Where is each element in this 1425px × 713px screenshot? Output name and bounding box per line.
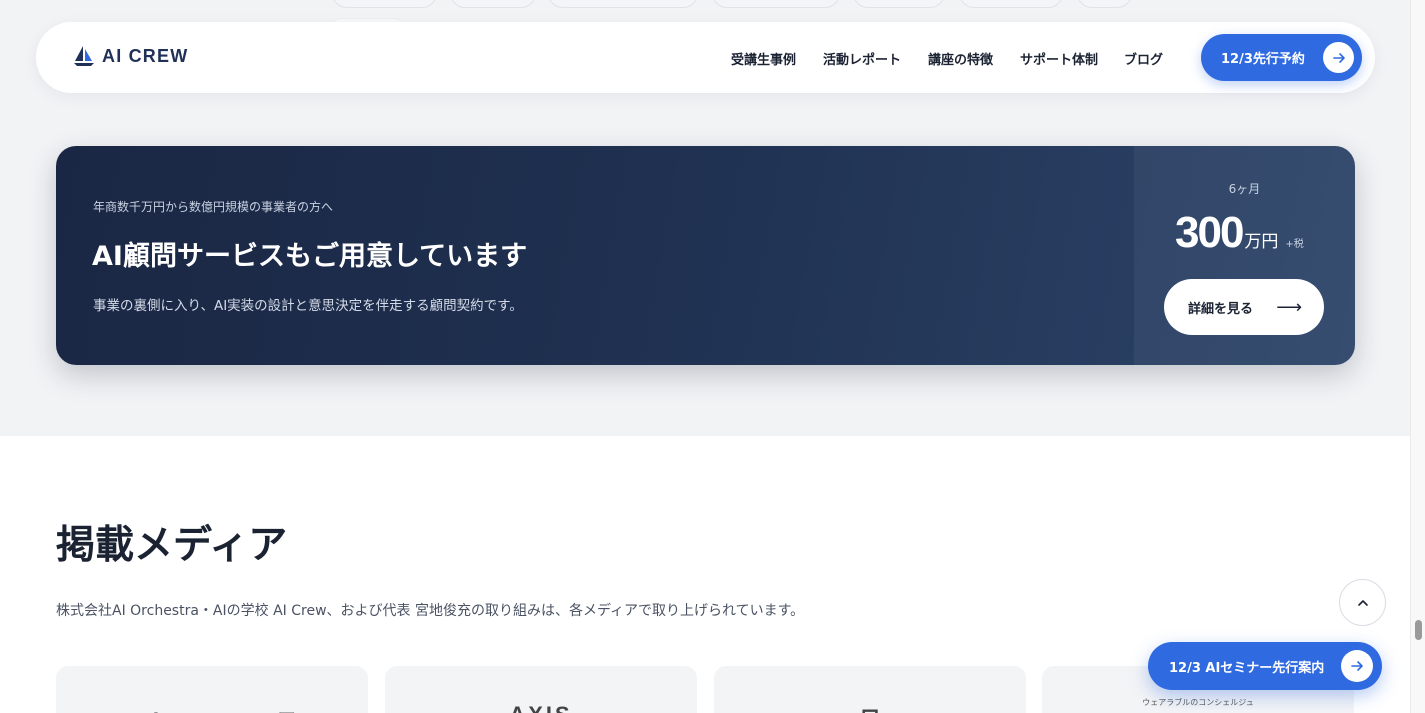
arrow-right-icon: [1341, 650, 1373, 682]
details-button[interactable]: 詳細を見る ⟶: [1164, 279, 1324, 335]
nav-item-support[interactable]: サポート体制: [1020, 49, 1098, 68]
arrow-right-icon: [1323, 42, 1354, 73]
seminar-button-label: 12/3 AIセミナー先行案内: [1169, 661, 1325, 676]
category-pill[interactable]: [548, 0, 698, 8]
category-pill[interactable]: [853, 0, 945, 8]
reserve-button[interactable]: 12/3先行予約: [1201, 34, 1362, 81]
banner-description: 事業の裏側に入り、AI実装の設計と意思決定を伴走する顧問契約です。: [93, 298, 523, 314]
category-pill[interactable]: [959, 0, 1063, 8]
logo[interactable]: AI CREW: [72, 44, 188, 68]
nav-item-course-features[interactable]: 講座の特徴: [928, 49, 993, 68]
banner-subtitle: 年商数千万円から数億円規模の事業者の方へ: [93, 200, 334, 214]
section-title: 掲載メディア: [56, 523, 288, 568]
price-unit: 万円: [1244, 232, 1279, 252]
banner-title: AI顧問サービスもご用意しています: [92, 241, 528, 272]
media-card[interactable]: AXIS: [385, 666, 697, 713]
reserve-button-label: 12/3先行予約: [1221, 52, 1305, 67]
price-tax: +税: [1285, 239, 1304, 250]
section-description: 株式会社AI Orchestra・AIの学校 AI Crew、および代表 宮地俊…: [56, 603, 805, 619]
media-logo: AXIS: [385, 702, 697, 713]
scrollbar-thumb[interactable]: [1415, 620, 1422, 640]
media-caption: ウェアラブルのコンシェルジュ: [1142, 698, 1254, 707]
media-card[interactable]: Yahoo!ニュース: [56, 666, 368, 713]
media-card[interactable]: 日: [714, 666, 1026, 713]
media-logo: Yahoo!ニュース: [56, 702, 368, 713]
category-pills: [0, 0, 1425, 40]
nav-item-activity-report[interactable]: 活動レポート: [823, 49, 901, 68]
nav-item-blog[interactable]: ブログ: [1124, 49, 1163, 68]
category-pill[interactable]: [712, 0, 840, 8]
seminar-button[interactable]: 12/3 AIセミナー先行案内: [1148, 642, 1382, 690]
advisory-banner: 年商数千万円から数億円規模の事業者の方へ AI顧問サービスもご用意しています 事…: [56, 146, 1355, 365]
details-button-label: 詳細を見る: [1188, 302, 1254, 317]
category-pill[interactable]: [450, 0, 536, 8]
site-header: AI CREW 受講生事例 活動レポート 講座の特徴 サポート体制 ブログ 12…: [36, 22, 1375, 93]
logo-text: AI CREW: [102, 45, 189, 66]
sailboat-icon: [74, 46, 94, 66]
nav-item-case-studies[interactable]: 受講生事例: [731, 49, 796, 68]
media-logo: 日: [714, 702, 1026, 713]
price-value: 300: [1175, 208, 1244, 257]
chevron-up-icon: [1357, 599, 1368, 606]
price-period: 6ヶ月: [1228, 182, 1261, 196]
category-pill[interactable]: [1077, 0, 1132, 8]
price: 300 万円 +税: [1175, 208, 1304, 258]
long-arrow-right-icon: ⟶: [1276, 297, 1302, 318]
vertical-scrollbar[interactable]: [1410, 0, 1425, 713]
price-panel: 6ヶ月 300 万円 +税 詳細を見る ⟶: [1134, 146, 1355, 365]
scroll-to-top-button[interactable]: [1339, 579, 1386, 626]
category-pill[interactable]: [332, 0, 437, 8]
